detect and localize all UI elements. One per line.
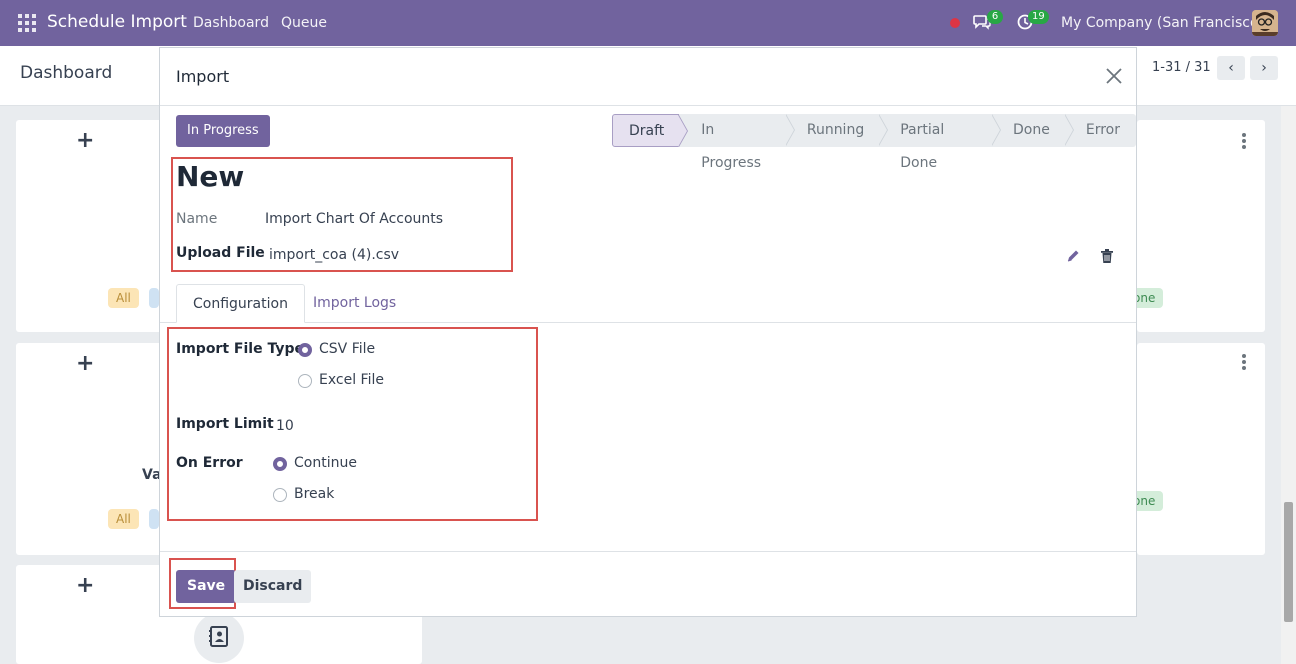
stage-done[interactable]: Done: [991, 114, 1074, 147]
upload-file-value[interactable]: import_coa (4).csv: [269, 247, 399, 263]
dialog-footer: Save Discard: [160, 551, 1136, 617]
name-field[interactable]: Import Chart Of Accounts: [265, 211, 443, 227]
record-title: New: [176, 160, 245, 193]
radio-csv-file[interactable]: [298, 343, 312, 357]
filter-done-pill[interactable]: one: [1133, 491, 1164, 511]
discard-button[interactable]: Discard: [234, 570, 312, 603]
import-limit-label: Import Limit: [176, 416, 274, 432]
notebook-tabs: Configuration Import Logs: [160, 284, 1136, 323]
on-error-label: On Error: [176, 455, 243, 471]
scrollbar-thumb[interactable]: [1284, 502, 1293, 622]
chat-count-badge: 6: [987, 10, 1003, 24]
radio-csv-file-label[interactable]: CSV File: [319, 341, 375, 357]
dialog-title: Import: [176, 67, 230, 86]
nav-queue[interactable]: Queue: [281, 15, 327, 31]
name-label: Name: [176, 211, 218, 227]
recording-icon[interactable]: [950, 18, 960, 28]
import-limit-field[interactable]: 10: [276, 418, 294, 434]
import-file-type-label: Import File Type: [176, 341, 304, 357]
add-icon[interactable]: +: [76, 351, 94, 376]
stage-error[interactable]: Error: [1063, 114, 1136, 147]
status-bar: Draft In Progress Running Partial Done D…: [612, 114, 1136, 171]
apps-menu-icon[interactable]: [18, 14, 36, 32]
radio-break[interactable]: [273, 488, 287, 502]
kanban-card[interactable]: one: [1133, 343, 1265, 555]
radio-break-label[interactable]: Break: [294, 486, 334, 502]
activity-count-badge: 19: [1028, 10, 1049, 24]
radio-excel-file[interactable]: [298, 374, 312, 388]
radio-continue[interactable]: [273, 457, 287, 471]
card-menu-icon[interactable]: [1242, 133, 1246, 151]
filter-all-pill[interactable]: All: [108, 288, 139, 308]
kanban-card[interactable]: one: [1133, 120, 1265, 332]
filter-pill[interactable]: [149, 509, 159, 529]
add-icon[interactable]: +: [76, 128, 94, 153]
add-icon[interactable]: +: [76, 573, 94, 598]
close-icon[interactable]: [1104, 66, 1124, 86]
radio-excel-file-label[interactable]: Excel File: [319, 372, 384, 388]
breadcrumb[interactable]: Dashboard: [20, 63, 112, 83]
radio-continue-label[interactable]: Continue: [294, 455, 357, 471]
pager-next-button[interactable]: ›: [1250, 56, 1278, 80]
app-title[interactable]: Schedule Import: [47, 12, 187, 32]
filter-done-pill[interactable]: one: [1133, 288, 1164, 308]
stage-running[interactable]: Running: [784, 114, 889, 147]
pencil-icon[interactable]: [1065, 248, 1081, 264]
import-dialog: Import In Progress Draft In Progress Run…: [159, 47, 1137, 617]
stage-draft[interactable]: Draft: [612, 114, 689, 147]
filter-all-pill[interactable]: All: [108, 509, 139, 529]
tab-import-logs[interactable]: Import Logs: [297, 284, 412, 323]
stage-in-progress[interactable]: In Progress: [679, 114, 795, 171]
trash-icon[interactable]: [1100, 248, 1114, 264]
card-menu-icon[interactable]: [1242, 354, 1246, 372]
pager-value[interactable]: 1-31 / 31: [1152, 60, 1211, 75]
upload-file-label: Upload File: [176, 245, 265, 261]
user-avatar[interactable]: [1252, 10, 1278, 36]
stage-partial-done[interactable]: Partial Done: [878, 114, 1002, 171]
contact-book-icon: [194, 613, 244, 663]
company-switcher[interactable]: My Company (San Francisco): [1061, 15, 1264, 31]
in-progress-button[interactable]: In Progress: [176, 115, 270, 147]
pager-prev-button[interactable]: ‹: [1217, 56, 1245, 80]
top-navbar: Schedule Import Dashboard Queue 6 19 My …: [0, 0, 1296, 46]
page-scrollbar[interactable]: [1281, 106, 1296, 664]
nav-dashboard[interactable]: Dashboard: [193, 15, 269, 31]
dialog-header: Import: [160, 48, 1136, 106]
tab-configuration[interactable]: Configuration: [176, 284, 305, 323]
save-button[interactable]: Save: [176, 570, 237, 603]
filter-pill[interactable]: [149, 288, 159, 308]
